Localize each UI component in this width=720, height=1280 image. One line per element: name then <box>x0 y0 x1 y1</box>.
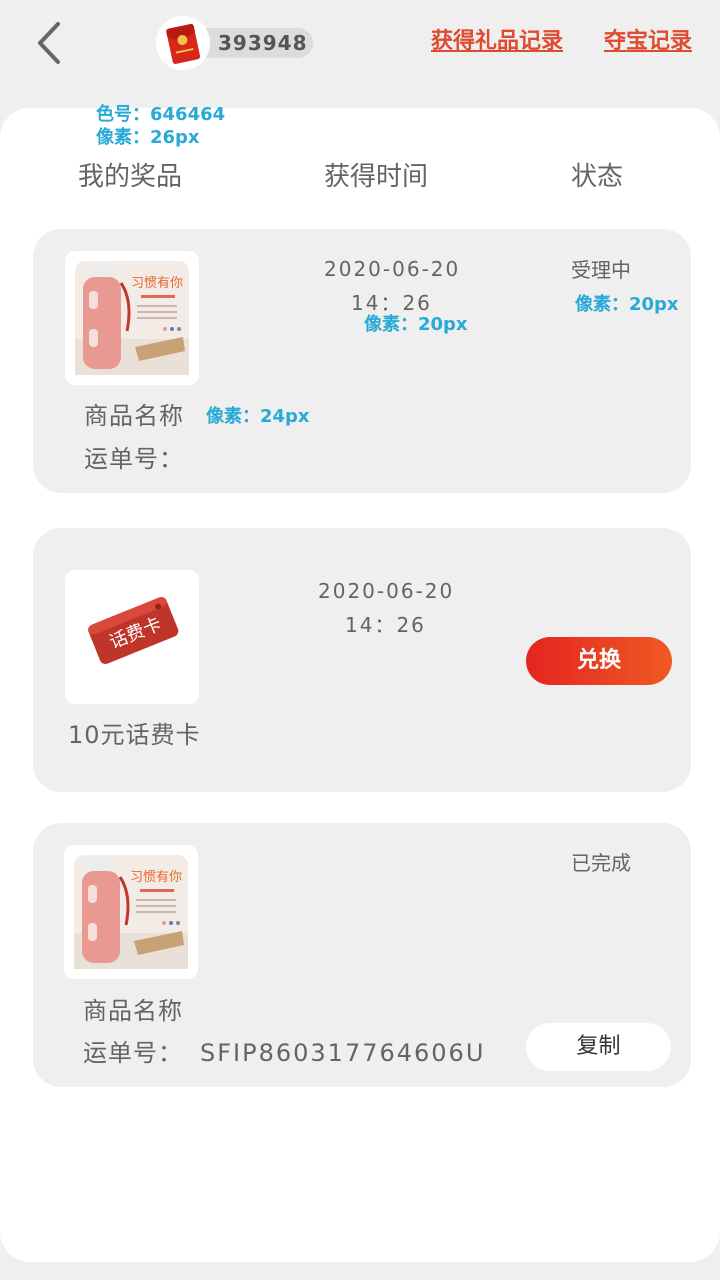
top-bar: 393948 获得礼品记录 夺宝记录 <box>0 0 720 90</box>
waybill-label: 运单号： <box>84 445 184 473</box>
record-time: 14：26 <box>345 613 426 637</box>
chevron-left-icon <box>38 22 60 64</box>
annotation-size-20-status: 像素：20px <box>575 294 679 315</box>
product-image: 习惯有你 <box>65 251 199 385</box>
red-envelope-icon <box>156 16 210 70</box>
product-name: 商品名称 <box>84 402 184 430</box>
phone-card-icon: 话费卡 <box>65 570 199 704</box>
column-time: 获得时间 <box>324 162 429 192</box>
svg-text:习惯有你: 习惯有你 <box>131 275 183 291</box>
copy-button[interactable]: 复制 <box>526 1023 671 1071</box>
waybill-number: SFIP860317764606U <box>200 1039 486 1067</box>
avatar[interactable] <box>156 16 210 70</box>
record-status: 已完成 <box>571 851 631 875</box>
annotation-size-24: 像素：24px <box>206 406 310 427</box>
record-status: 受理中 <box>571 258 631 282</box>
product-image: 习惯有你 <box>64 845 198 979</box>
column-status: 状态 <box>571 162 624 192</box>
product-name: 商品名称 <box>83 997 183 1025</box>
annotation-color: 色号：646464 <box>96 104 226 125</box>
gift-records-link[interactable]: 获得礼品记录 <box>431 28 563 56</box>
exchange-button[interactable]: 兑换 <box>526 637 672 685</box>
record-date: 2020-06-20 <box>324 257 461 281</box>
back-button[interactable] <box>30 18 70 68</box>
svg-text:习惯有你: 习惯有你 <box>130 869 182 885</box>
record-date: 2020-06-20 <box>318 579 455 603</box>
annotation-size-20-time: 像素：20px <box>364 314 468 335</box>
annotation-size-26: 像素：26px <box>96 127 200 148</box>
coin-count: 393948 <box>218 31 308 55</box>
record-time: 14：26 <box>351 291 432 315</box>
column-prize: 我的奖品 <box>78 162 183 192</box>
bottle-product-icon: 习惯有你 <box>75 261 189 375</box>
product-name: 10元话费卡 <box>68 721 201 749</box>
waybill-label: 运单号： <box>83 1039 183 1067</box>
treasure-records-link[interactable]: 夺宝记录 <box>604 28 692 56</box>
phone-card-image: 话费卡 <box>65 570 199 704</box>
bottle-product-icon: 习惯有你 <box>74 855 188 969</box>
